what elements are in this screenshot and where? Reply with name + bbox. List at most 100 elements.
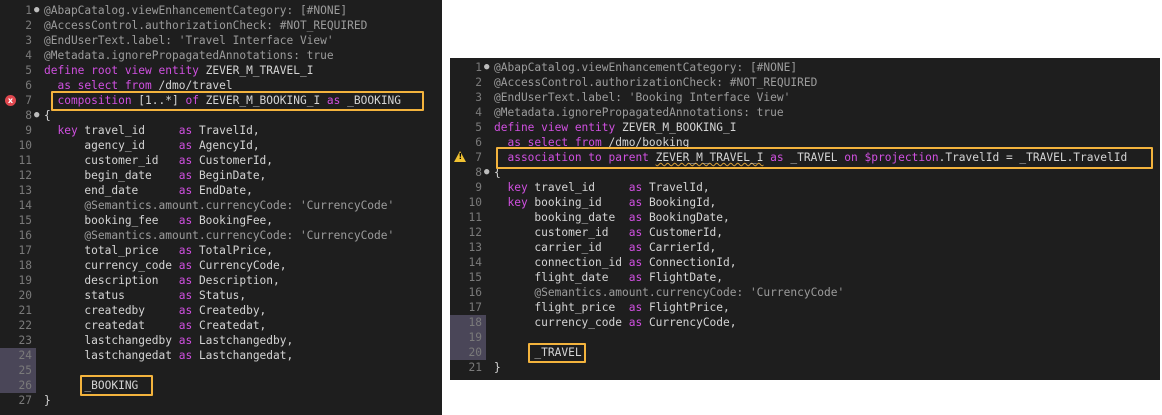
code-line[interactable]: 2 @AccessControl.authorizationCheck: #NOT… bbox=[0, 18, 442, 33]
code-line[interactable]: 9 key travel_id as TravelId, bbox=[450, 180, 1160, 195]
code-line[interactable]: 17 total_price as TotalPrice, bbox=[0, 243, 442, 258]
code-token: @EndUserText.label: 'Travel Interface Vi… bbox=[44, 34, 334, 47]
code-line[interactable]: 1 ● @AbapCatalog.viewEnhancementCategory: … bbox=[0, 3, 442, 18]
code-token: as bbox=[628, 226, 649, 239]
code-line[interactable]: 13 end_date as EndDate, bbox=[0, 183, 442, 198]
code-line[interactable]: 2 @AccessControl.authorizationCheck: #NOT… bbox=[450, 75, 1160, 90]
code-text: } bbox=[494, 360, 501, 375]
code-token: travel_id bbox=[534, 181, 629, 194]
code-token: as bbox=[628, 316, 649, 329]
line-number: 21 bbox=[18, 304, 32, 317]
code-line[interactable]: 4 @Metadata.ignorePropagatedAnnotations: … bbox=[0, 48, 442, 63]
line-number: 17 bbox=[18, 244, 32, 257]
code-token: define root view entity bbox=[44, 64, 206, 77]
code-line[interactable]: 9 key travel_id as TravelId, bbox=[0, 123, 442, 138]
line-number: 25 bbox=[0, 363, 36, 378]
code-line[interactable]: 5 define root view entity ZEVER_M_TRAVEL_… bbox=[0, 63, 442, 78]
code-line[interactable]: 22 createdat as Createdat, bbox=[0, 318, 442, 333]
fold-toggle-icon[interactable]: ● bbox=[34, 108, 39, 123]
code-line[interactable]: 13 carrier_id as CarrierId, bbox=[450, 240, 1160, 255]
fold-toggle-icon[interactable]: ● bbox=[484, 165, 489, 180]
code-token: carrier_id bbox=[494, 241, 629, 254]
code-token: ConnectionId, bbox=[648, 256, 737, 269]
fold-toggle-icon[interactable]: ● bbox=[484, 60, 489, 75]
code-text: define root view entity ZEVER_M_TRAVEL_I bbox=[44, 63, 313, 78]
line-number: 5 bbox=[475, 121, 482, 134]
code-text: @AccessControl.authorizationCheck: #NOT_… bbox=[494, 75, 817, 90]
code-token: @Semantics.amount.currencyCode: 'Currenc… bbox=[44, 199, 395, 212]
code-token: CarrierId, bbox=[648, 241, 717, 254]
code-text: @Semantics.amount.currencyCode: 'Currenc… bbox=[44, 198, 394, 213]
code-text: @Semantics.amount.currencyCode: 'Currenc… bbox=[44, 228, 394, 243]
code-line[interactable]: 19 description as Description, bbox=[0, 273, 442, 288]
code-line[interactable]: 18 currency_code as CurrencyCode, bbox=[450, 315, 1160, 330]
code-token: BookingFee, bbox=[198, 214, 274, 227]
code-line[interactable]: 12 customer_id as CustomerId, bbox=[450, 225, 1160, 240]
code-line[interactable]: 14 @Semantics.amount.currencyCode: 'Curr… bbox=[0, 198, 442, 213]
code-token: end_date bbox=[44, 184, 179, 197]
code-token: connection_id bbox=[494, 256, 629, 269]
warning-marker-icon[interactable]: ! bbox=[454, 151, 466, 162]
line-number: 20 bbox=[450, 345, 486, 360]
code-token: FlightDate, bbox=[648, 271, 724, 284]
code-token: as bbox=[178, 319, 199, 332]
code-line[interactable]: 3 @EndUserText.label: 'Booking Interface … bbox=[450, 90, 1160, 105]
code-line[interactable]: 23 lastchangedby as Lastchangedby, bbox=[0, 333, 442, 348]
code-line[interactable]: 21 createdby as Createdby, bbox=[0, 303, 442, 318]
code-token: Createdby, bbox=[198, 304, 267, 317]
line-number: 23 bbox=[18, 334, 32, 347]
code-token: CustomerId, bbox=[198, 154, 274, 167]
code-line[interactable]: 4 @Metadata.ignorePropagatedAnnotations: … bbox=[450, 105, 1160, 120]
code-line[interactable]: 27} bbox=[0, 393, 442, 408]
code-line[interactable]: 16 @Semantics.amount.currencyCode: 'Curr… bbox=[450, 285, 1160, 300]
code-line[interactable]: 17 flight_price as FlightPrice, bbox=[450, 300, 1160, 315]
code-line[interactable]: 20 status as Status, bbox=[0, 288, 442, 303]
code-line[interactable]: 11 booking_date as BookingDate, bbox=[450, 210, 1160, 225]
code-line[interactable]: 25 bbox=[0, 363, 442, 378]
code-token: EndDate, bbox=[198, 184, 253, 197]
editor-left[interactable]: 1 ● @AbapCatalog.viewEnhancementCategory: … bbox=[0, 0, 442, 415]
code-line[interactable]: 11 customer_id as CustomerId, bbox=[0, 153, 442, 168]
line-number: 1 bbox=[475, 61, 482, 74]
code-line[interactable]: 10 agency_id as AgencyId, bbox=[0, 138, 442, 153]
error-marker-icon[interactable]: x bbox=[5, 95, 16, 106]
line-number: 10 bbox=[468, 196, 482, 209]
editor-right[interactable]: 1 ● @AbapCatalog.viewEnhancementCategory: … bbox=[450, 58, 1160, 380]
line-number: 19 bbox=[450, 330, 486, 345]
code-line[interactable]: 15 booking_fee as BookingFee, bbox=[0, 213, 442, 228]
line-number: 2 bbox=[25, 19, 32, 32]
code-text: carrier_id as CarrierId, bbox=[494, 240, 716, 255]
line-number: 17 bbox=[468, 301, 482, 314]
fold-toggle-icon[interactable]: ● bbox=[34, 3, 39, 18]
code-text: key booking_id as BookingId, bbox=[494, 195, 716, 210]
line-number: 26 bbox=[0, 378, 36, 393]
code-token: as bbox=[628, 196, 649, 209]
code-token: Createdat, bbox=[198, 319, 267, 332]
code-text: @AbapCatalog.viewEnhancementCategory: [#… bbox=[44, 3, 347, 18]
code-token: as bbox=[178, 124, 199, 137]
line-number: 8 bbox=[25, 109, 32, 122]
code-line[interactable]: 24 lastchangedat as Lastchangedat, bbox=[0, 348, 442, 363]
code-token: travel_id bbox=[84, 124, 179, 137]
code-text: lastchangedat as Lastchangedat, bbox=[44, 348, 293, 363]
code-line[interactable]: 26 _BOOKING bbox=[0, 378, 442, 393]
code-token: booking_id bbox=[534, 196, 629, 209]
code-token: FlightPrice, bbox=[648, 301, 730, 314]
code-token: status bbox=[44, 289, 179, 302]
code-text: define view entity ZEVER_M_BOOKING_I bbox=[494, 120, 737, 135]
code-line[interactable]: 3 @EndUserText.label: 'Travel Interface V… bbox=[0, 33, 442, 48]
code-token: BookingId, bbox=[648, 196, 717, 209]
code-text: createdby as Createdby, bbox=[44, 303, 266, 318]
code-line[interactable]: 12 begin_date as BeginDate, bbox=[0, 168, 442, 183]
code-line[interactable]: 10 key booking_id as BookingId, bbox=[450, 195, 1160, 210]
code-line[interactable]: 18 currency_code as CurrencyCode, bbox=[0, 258, 442, 273]
code-line[interactable]: 1 ● @AbapCatalog.viewEnhancementCategory: … bbox=[450, 60, 1160, 75]
code-line[interactable]: 5 define view entity ZEVER_M_BOOKING_I bbox=[450, 120, 1160, 135]
code-line[interactable]: 14 connection_id as ConnectionId, bbox=[450, 255, 1160, 270]
code-line[interactable]: 15 flight_date as FlightDate, bbox=[450, 270, 1160, 285]
code-line[interactable]: 16 @Semantics.amount.currencyCode: 'Curr… bbox=[0, 228, 442, 243]
code-text: @EndUserText.label: 'Booking Interface V… bbox=[494, 90, 790, 105]
code-token: flight_price bbox=[494, 301, 629, 314]
line-number: 9 bbox=[25, 124, 32, 137]
code-token: currency_code bbox=[494, 316, 629, 329]
